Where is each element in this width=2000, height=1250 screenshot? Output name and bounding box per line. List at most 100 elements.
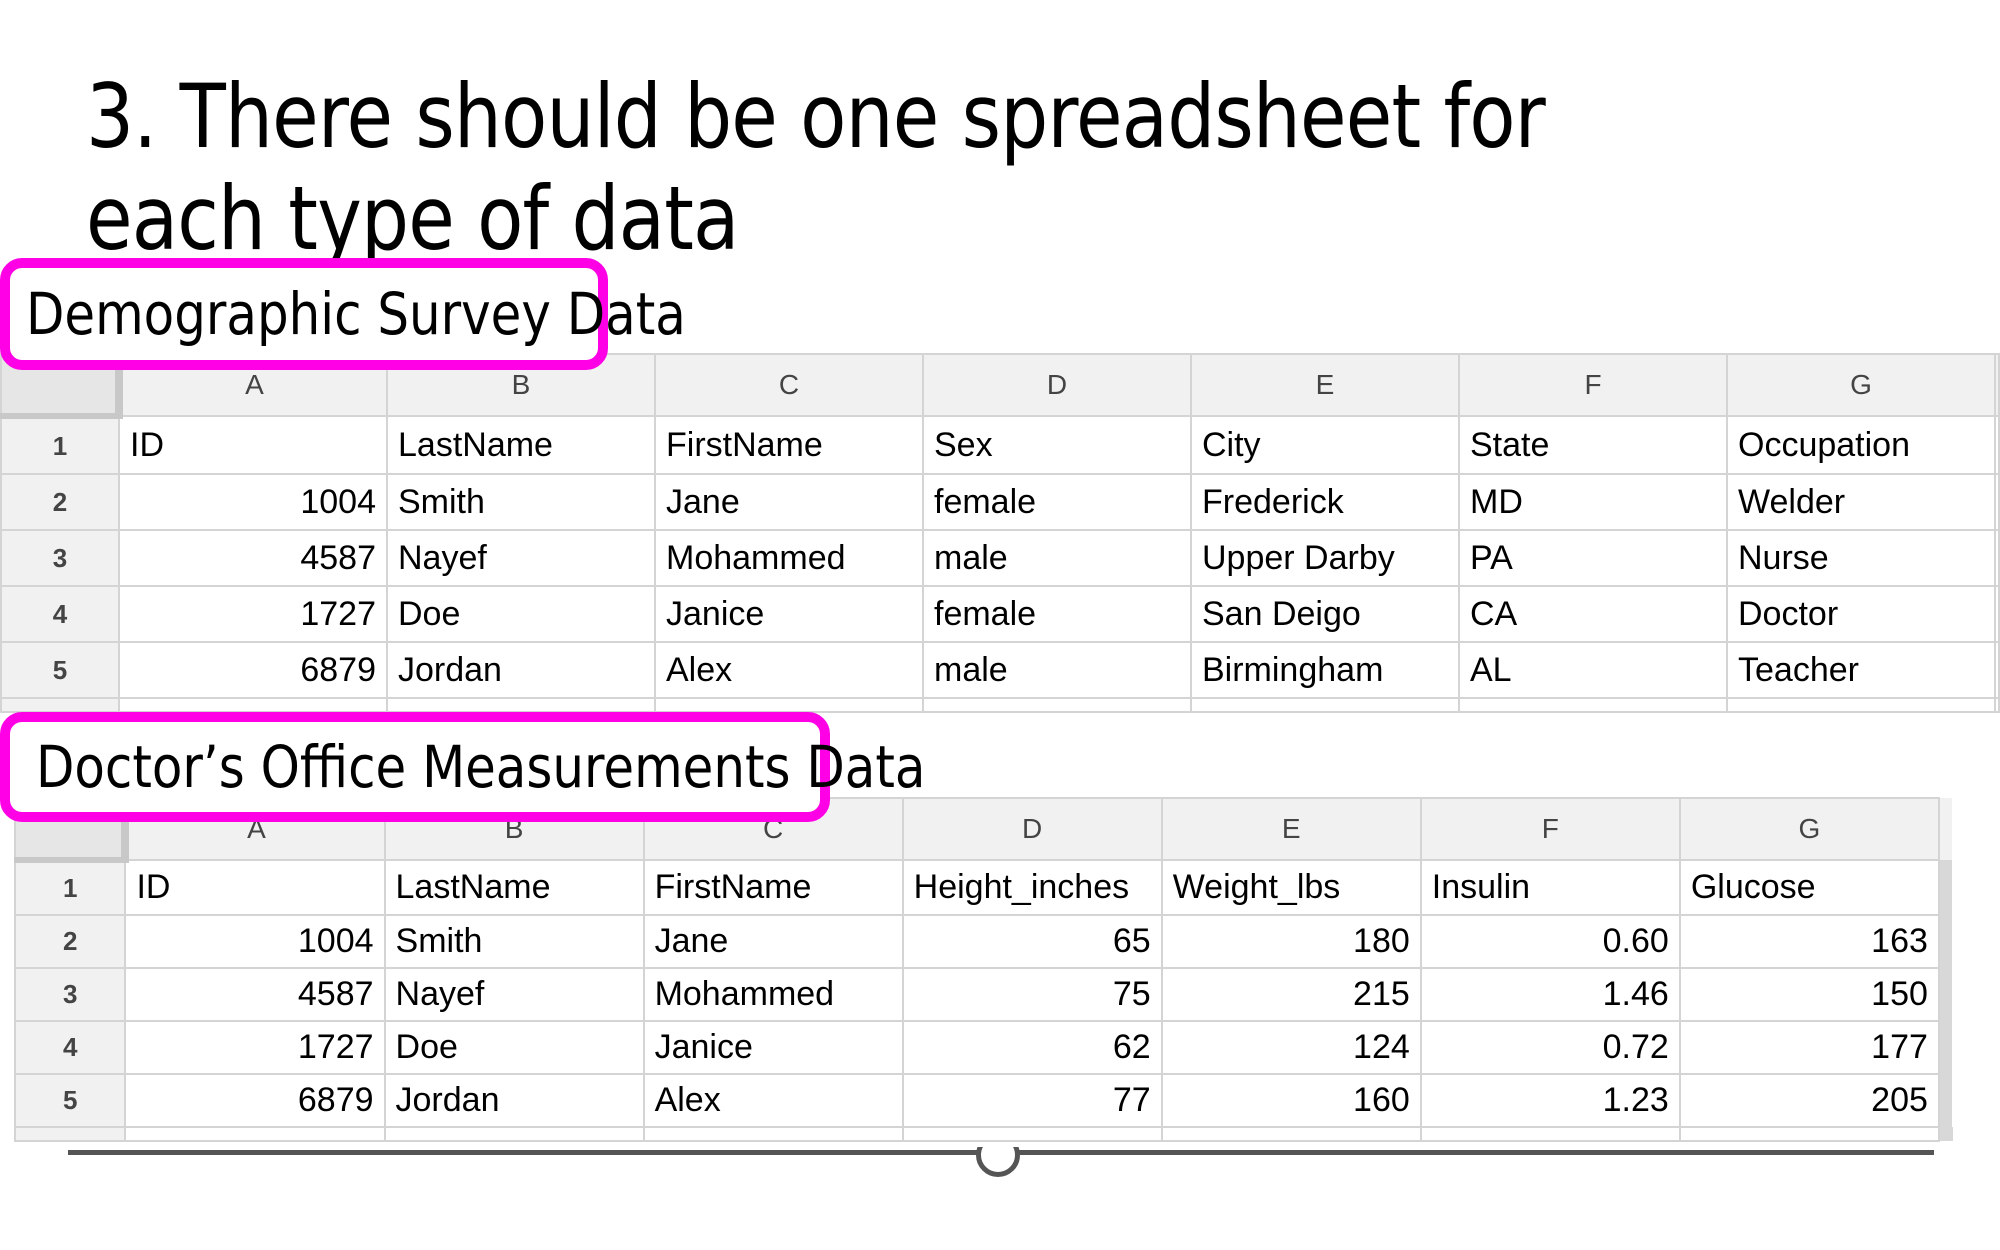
cell[interactable]: 6879: [124, 1073, 386, 1128]
cell[interactable]: 177: [1678, 1020, 1940, 1075]
cell[interactable]: Smith: [386, 473, 656, 531]
cell[interactable]: 1.46: [1419, 967, 1681, 1022]
row-header[interactable]: 3: [0, 529, 120, 587]
cell[interactable]: Weight_lbs: [1160, 859, 1422, 916]
cell[interactable]: [1994, 473, 2000, 531]
row-header[interactable]: 1: [13, 859, 127, 916]
cell[interactable]: [1994, 585, 2000, 643]
column-header-c[interactable]: C: [654, 353, 924, 417]
cell[interactable]: 77: [901, 1073, 1163, 1128]
column-header-d[interactable]: D: [922, 353, 1192, 417]
cell[interactable]: 124: [1160, 1020, 1422, 1075]
cell[interactable]: 180: [1160, 914, 1422, 969]
cell[interactable]: 1.23: [1419, 1073, 1681, 1128]
sheet-right-edge: [1938, 1074, 1953, 1127]
cell[interactable]: male: [922, 641, 1192, 699]
cell[interactable]: Mohammed: [642, 967, 904, 1022]
cell[interactable]: Alex: [654, 641, 924, 699]
cell[interactable]: Nurse: [1726, 529, 1996, 587]
cell[interactable]: Jordan: [383, 1073, 645, 1128]
cell[interactable]: 4587: [124, 967, 386, 1022]
cell[interactable]: Birmingham: [1190, 641, 1460, 699]
cell[interactable]: San Deigo: [1190, 585, 1460, 643]
cell[interactable]: LastName: [386, 415, 656, 475]
cell[interactable]: 1727: [118, 585, 388, 643]
cell[interactable]: [1994, 641, 2000, 699]
demographic-label: Demographic Survey Data: [26, 280, 686, 348]
cell[interactable]: [1994, 415, 2000, 475]
cell[interactable]: Doctor: [1726, 585, 1996, 643]
column-header-e[interactable]: E: [1160, 797, 1422, 861]
cell[interactable]: Nayef: [383, 967, 645, 1022]
cell: [1678, 1126, 1940, 1142]
cell[interactable]: 75: [901, 967, 1163, 1022]
column-header-d[interactable]: D: [901, 797, 1163, 861]
cell[interactable]: 4587: [118, 529, 388, 587]
cell[interactable]: Frederick: [1190, 473, 1460, 531]
cell[interactable]: Upper Darby: [1190, 529, 1460, 587]
column-header-e[interactable]: E: [1190, 353, 1460, 417]
cell[interactable]: ID: [124, 859, 386, 916]
column-header-f[interactable]: F: [1458, 353, 1728, 417]
cell[interactable]: female: [922, 473, 1192, 531]
cell[interactable]: 0.60: [1419, 914, 1681, 969]
cell[interactable]: Mohammed: [654, 529, 924, 587]
row-header[interactable]: 5: [13, 1073, 127, 1128]
cell[interactable]: 150: [1678, 967, 1940, 1022]
table-row-partial: [0, 697, 2000, 713]
cell[interactable]: Jane: [642, 914, 904, 969]
row-header[interactable]: 4: [0, 585, 120, 643]
row-header[interactable]: 4: [13, 1020, 127, 1075]
cell[interactable]: female: [922, 585, 1192, 643]
row-header[interactable]: 5: [0, 641, 120, 699]
row-header[interactable]: 1: [0, 415, 120, 475]
cell[interactable]: 62: [901, 1020, 1163, 1075]
cell[interactable]: CA: [1458, 585, 1728, 643]
cell[interactable]: 65: [901, 914, 1163, 969]
cell[interactable]: Occupation: [1726, 415, 1996, 475]
column-header-g[interactable]: G: [1726, 353, 1996, 417]
cell[interactable]: 1004: [118, 473, 388, 531]
cell[interactable]: Glucose: [1678, 859, 1940, 916]
column-header-g[interactable]: G: [1678, 797, 1940, 861]
cell[interactable]: Jane: [654, 473, 924, 531]
cell[interactable]: LastName: [383, 859, 645, 916]
cell[interactable]: Height_inches: [901, 859, 1163, 916]
cell[interactable]: Welder: [1726, 473, 1996, 531]
cell[interactable]: 6879: [118, 641, 388, 699]
cell[interactable]: Teacher: [1726, 641, 1996, 699]
cell[interactable]: City: [1190, 415, 1460, 475]
cell[interactable]: Alex: [642, 1073, 904, 1128]
row-header[interactable]: 3: [13, 967, 127, 1022]
cell[interactable]: 163: [1678, 914, 1940, 969]
cell[interactable]: MD: [1458, 473, 1728, 531]
cell[interactable]: 215: [1160, 967, 1422, 1022]
cell[interactable]: Nayef: [386, 529, 656, 587]
cell[interactable]: Doe: [386, 585, 656, 643]
cell[interactable]: 1727: [124, 1020, 386, 1075]
cell[interactable]: [1994, 529, 2000, 587]
cell[interactable]: 205: [1678, 1073, 1940, 1128]
cell[interactable]: 160: [1160, 1073, 1422, 1128]
cell[interactable]: FirstName: [642, 859, 904, 916]
cell[interactable]: AL: [1458, 641, 1728, 699]
cell[interactable]: Insulin: [1419, 859, 1681, 916]
cell[interactable]: Janice: [654, 585, 924, 643]
sheet-right-edge: [1938, 798, 1953, 860]
cell[interactable]: male: [922, 529, 1192, 587]
cell[interactable]: State: [1458, 415, 1728, 475]
cell[interactable]: ID: [118, 415, 388, 475]
cell[interactable]: Smith: [383, 914, 645, 969]
cell[interactable]: 1004: [124, 914, 386, 969]
cell[interactable]: FirstName: [654, 415, 924, 475]
cell[interactable]: Janice: [642, 1020, 904, 1075]
cell[interactable]: Doe: [383, 1020, 645, 1075]
row-header[interactable]: 2: [13, 914, 127, 969]
cell[interactable]: Jordan: [386, 641, 656, 699]
cell[interactable]: 0.72: [1419, 1020, 1681, 1075]
row-header[interactable]: 2: [0, 473, 120, 531]
column-header-f[interactable]: F: [1419, 797, 1681, 861]
cell[interactable]: Sex: [922, 415, 1192, 475]
row-header: [13, 1126, 127, 1142]
cell[interactable]: PA: [1458, 529, 1728, 587]
